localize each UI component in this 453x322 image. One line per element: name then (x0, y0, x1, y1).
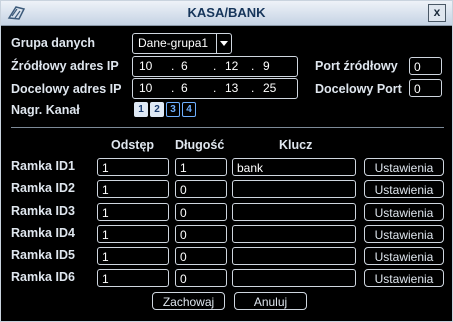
cancel-button[interactable]: Anuluj (234, 292, 307, 310)
length-input[interactable]: 1 (175, 158, 227, 176)
row-label: Ramka ID2 (11, 181, 75, 195)
chevron-down-icon[interactable] (216, 34, 231, 53)
src-ip-octet-1[interactable]: 10 (139, 59, 152, 73)
channel-4-toggle[interactable]: 4 (182, 102, 196, 117)
row-label: Ramka ID1 (11, 159, 75, 173)
dst-ip-octet-2[interactable]: 6 (181, 81, 188, 95)
offset-input[interactable]: 1 (97, 225, 169, 243)
key-input[interactable] (232, 180, 356, 198)
ip-dot: . (213, 81, 217, 95)
offset-input[interactable]: 1 (97, 269, 169, 287)
group-label: Grupa danych (11, 36, 96, 50)
offset-input[interactable]: 1 (97, 158, 169, 176)
ip-dot: . (171, 81, 175, 95)
key-input[interactable] (232, 247, 356, 265)
channel-label: Nagr. Kanał (11, 103, 80, 117)
src-ip-octet-3[interactable]: 12 (225, 59, 238, 73)
window-title: KASA/BANK (187, 5, 266, 20)
dst-ip-octet-3[interactable]: 13 (225, 81, 238, 95)
row-label: Ramka ID6 (11, 270, 75, 284)
dialog-body: Grupa danych Dane-grupa1 Źródłowy adres … (1, 26, 452, 321)
offset-input[interactable]: 1 (97, 203, 169, 221)
row-label: Ramka ID3 (11, 204, 75, 218)
src-ip-octet-2[interactable]: 6 (181, 59, 188, 73)
dialog-window: KASA/BANK x Grupa danych Dane-grupa1 Źró… (0, 0, 453, 322)
section-divider (11, 127, 444, 128)
key-input[interactable] (232, 203, 356, 221)
settings-button[interactable]: Ustawienia (364, 225, 444, 243)
dst-ip-octet-4[interactable]: 25 (263, 81, 276, 95)
src-ip-octet-4[interactable]: 9 (263, 59, 270, 73)
length-input[interactable]: 0 (175, 247, 227, 265)
src-port-label: Port źródłowy (315, 59, 398, 73)
length-input[interactable]: 0 (175, 203, 227, 221)
header-key: Klucz (279, 138, 313, 152)
row-label: Ramka ID5 (11, 248, 75, 262)
settings-button[interactable]: Ustawienia (364, 247, 444, 265)
group-select-value: Dane-grupa1 (138, 36, 209, 50)
src-ip-field[interactable]: 10 . 6 . 12 . 9 (132, 56, 298, 77)
settings-button[interactable]: Ustawienia (364, 203, 444, 221)
length-input[interactable]: 0 (175, 180, 227, 198)
key-input[interactable]: bank (232, 158, 356, 176)
settings-button[interactable]: Ustawienia (364, 158, 444, 176)
key-input[interactable] (232, 269, 356, 287)
title-bar: KASA/BANK x (1, 1, 452, 26)
dst-port-input[interactable]: 0 (409, 79, 442, 97)
settings-button[interactable]: Ustawienia (364, 269, 444, 287)
save-button[interactable]: Zachowaj (152, 292, 225, 310)
header-offset: Odstęp (111, 138, 155, 152)
channel-1-toggle[interactable]: 1 (134, 102, 148, 117)
dst-port-label: Docelowy Port (315, 82, 402, 96)
length-input[interactable]: 0 (175, 269, 227, 287)
ip-dot: . (251, 81, 255, 95)
dst-ip-label: Docelowy adres IP (11, 82, 122, 96)
dst-ip-field[interactable]: 10 . 6 . 13 . 25 (132, 78, 298, 99)
key-input[interactable] (232, 225, 356, 243)
length-input[interactable]: 0 (175, 225, 227, 243)
offset-input[interactable]: 1 (97, 180, 169, 198)
header-length: Długość (175, 138, 225, 152)
channel-2-toggle[interactable]: 2 (150, 102, 164, 117)
ip-dot: . (171, 59, 175, 73)
offset-input[interactable]: 1 (97, 247, 169, 265)
close-button[interactable]: x (428, 4, 446, 22)
dst-ip-octet-1[interactable]: 10 (139, 81, 152, 95)
row-label: Ramka ID4 (11, 226, 75, 240)
ip-dot: . (251, 59, 255, 73)
src-port-input[interactable]: 0 (409, 57, 442, 75)
ip-dot: . (213, 59, 217, 73)
src-ip-label: Źródłowy adres IP (11, 59, 119, 73)
channel-3-toggle[interactable]: 3 (166, 102, 180, 117)
group-select[interactable]: Dane-grupa1 (132, 33, 232, 54)
settings-button[interactable]: Ustawienia (364, 180, 444, 198)
